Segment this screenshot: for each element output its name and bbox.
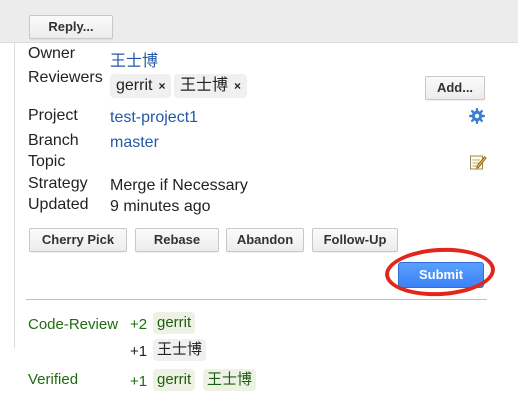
voter-chip: 王士博 <box>153 339 207 361</box>
reviewer-chip: gerrit × <box>110 74 172 98</box>
remove-reviewer-icon[interactable]: × <box>234 79 241 93</box>
strategy-label: Strategy <box>28 175 88 192</box>
updated-value: 9 minutes ago <box>110 198 211 215</box>
branch-link[interactable]: master <box>110 134 159 152</box>
highlight-annotation <box>383 245 497 299</box>
topic-label: Topic <box>28 153 66 170</box>
updated-label: Updated <box>28 196 89 213</box>
cherry-pick-button[interactable]: Cherry Pick <box>29 228 127 252</box>
vote-score: +1 <box>130 343 148 360</box>
section-divider <box>26 299 487 300</box>
voter-chip: gerrit <box>153 369 196 391</box>
vote-score: +2 <box>130 316 148 333</box>
reviewer-name: gerrit <box>116 77 153 94</box>
follow-up-button[interactable]: Follow-Up <box>312 228 398 252</box>
reviewer-chip: 王士博 × <box>174 74 248 98</box>
section-rule <box>14 42 15 348</box>
abandon-button[interactable]: Abandon <box>226 228 304 252</box>
rebase-button[interactable]: Rebase <box>135 228 219 252</box>
edit-icon[interactable] <box>469 153 487 171</box>
reply-button[interactable]: Reply... <box>29 15 113 39</box>
project-label: Project <box>28 107 78 124</box>
voter-chip: 王士博 <box>203 369 257 391</box>
branch-label: Branch <box>28 132 79 149</box>
reviewers-label: Reviewers <box>28 69 103 86</box>
verified-label: Verified <box>28 371 79 388</box>
owner-label: Owner <box>28 45 76 62</box>
gear-icon[interactable] <box>468 107 486 125</box>
strategy-value: Merge if Necessary <box>110 177 248 194</box>
vote-score: +1 <box>130 373 148 390</box>
reviewer-name: 王士博 <box>180 77 229 94</box>
project-link[interactable]: test-project1 <box>110 109 198 127</box>
code-review-label: Code-Review <box>28 316 119 333</box>
remove-reviewer-icon[interactable]: × <box>158 79 165 93</box>
voter-chip: gerrit <box>153 312 196 334</box>
add-reviewer-button[interactable]: Add... <box>425 76 485 100</box>
owner-link[interactable]: 王士博 <box>110 47 158 71</box>
